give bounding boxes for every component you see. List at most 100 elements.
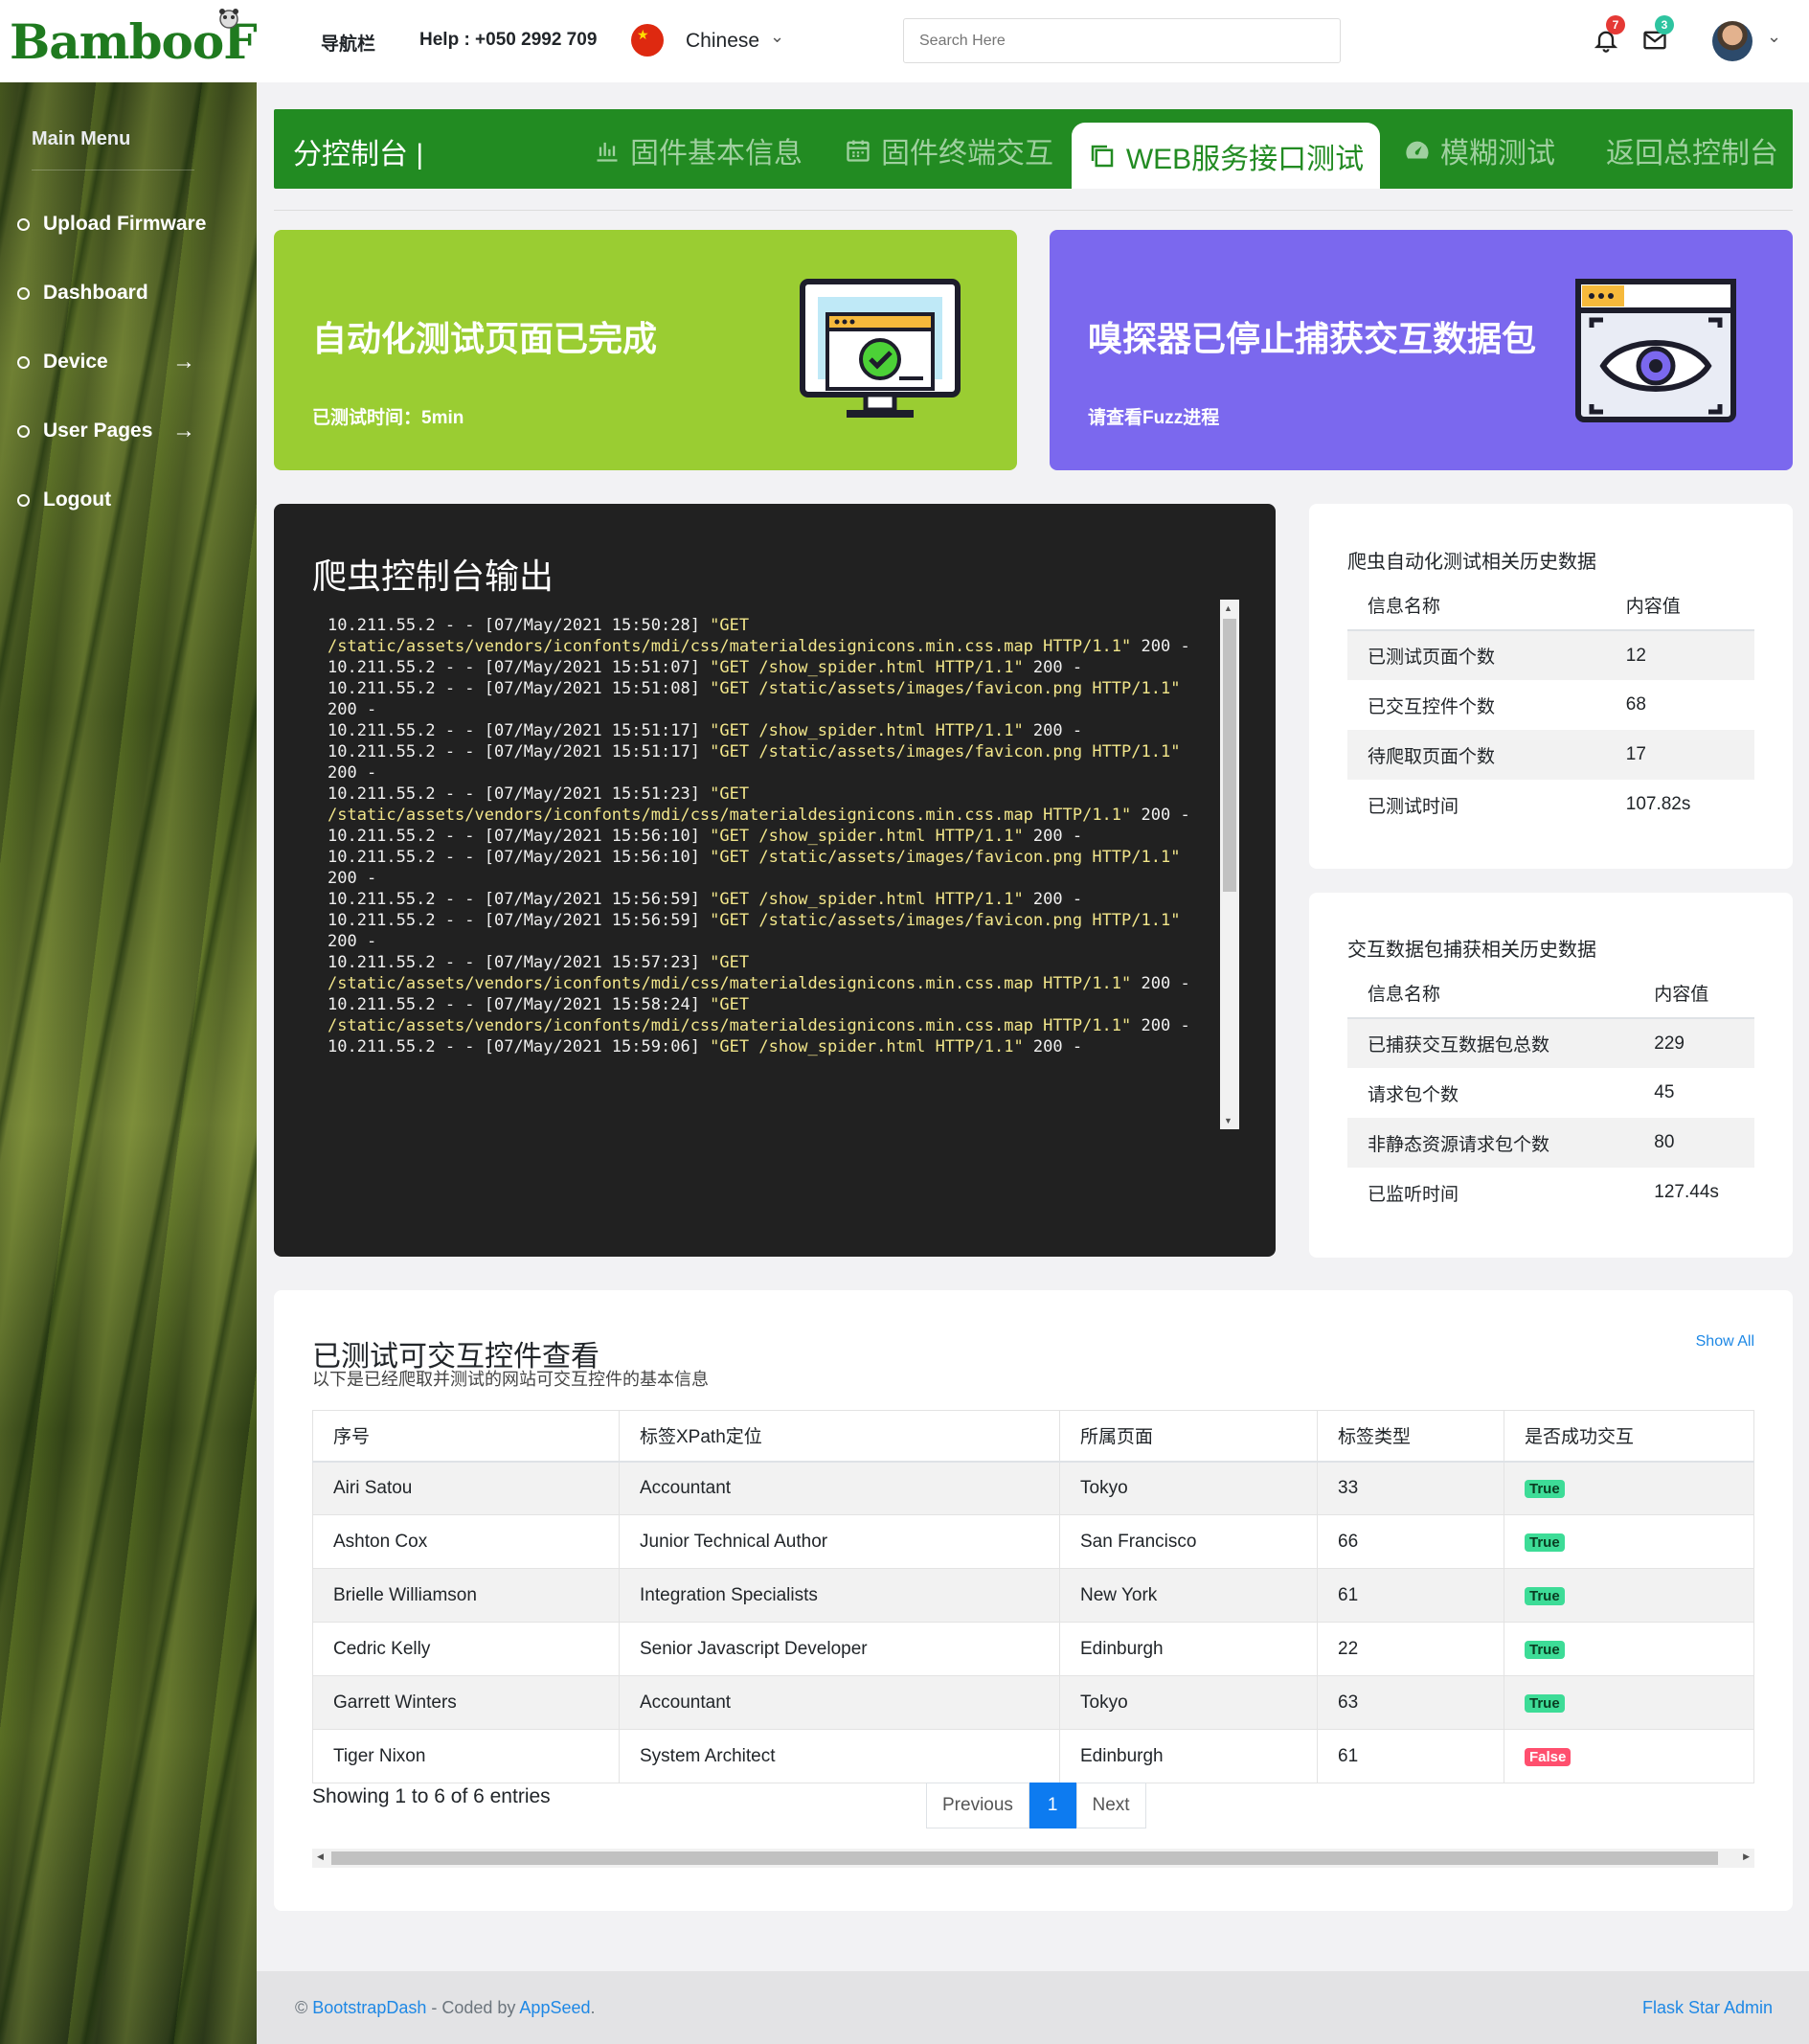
scroll-right-icon[interactable]: ▶ [1743, 1851, 1750, 1862]
status-badge: True [1525, 1640, 1565, 1659]
table-cell: Tokyo [1059, 1675, 1318, 1730]
column-header[interactable]: 所属页面 [1059, 1410, 1318, 1463]
sniffer-stopped-card: 嗅探器已停止捕获交互数据包 请查看Fuzz进程 [1050, 230, 1793, 470]
table-cell: Junior Technical Author [619, 1514, 1060, 1569]
page-1-button[interactable]: 1 [1029, 1783, 1076, 1828]
log-line: 10.211.55.2 - - [07/May/2021 15:51:08] "… [328, 679, 1190, 719]
column-header[interactable]: 标签类型 [1317, 1410, 1504, 1463]
scrollbar-thumb[interactable] [331, 1851, 1718, 1865]
bootstrapdash-link[interactable]: BootstrapDash [312, 1998, 426, 2017]
sidebar-item-dashboard[interactable]: Dashboard [17, 282, 148, 305]
pagination: Previous 1 Next [926, 1783, 1146, 1828]
tab-web-service[interactable]: WEB服务接口测试 [1072, 123, 1380, 189]
footer-credits: © BootstrapDash - Coded by AppSeed. [295, 1998, 596, 2018]
table-cell: Accountant [619, 1675, 1060, 1730]
tab-label: 固件基本信息 [630, 138, 803, 170]
stat-value: 68 [1625, 694, 1646, 715]
scroll-up-icon[interactable]: ▲ [1224, 603, 1232, 613]
log-line: 10.211.55.2 - - [07/May/2021 15:51:07] "… [328, 658, 1083, 677]
table-row[interactable]: Ashton Cox Junior Technical Author San Fra… [312, 1514, 1754, 1569]
scroll-down-icon[interactable]: ▼ [1224, 1116, 1232, 1125]
table-cell: Accountant [619, 1461, 1060, 1515]
sniffer-stats-table: 信息名称 内容值 已捕获交互数据包总数 229 请求包个数 45 非静态资源请求包个数… [1347, 968, 1754, 1217]
circle-icon [17, 355, 30, 369]
next-button[interactable]: Next [1075, 1783, 1146, 1828]
table-row[interactable]: Brielle Williamson Integration Specialist… [312, 1568, 1754, 1623]
log-line: 10.211.55.2 - - [07/May/2021 15:59:06] "… [328, 1037, 1083, 1056]
appseed-link[interactable]: AppSeed [519, 1998, 590, 2017]
log-line: 10.211.55.2 - - [07/May/2021 15:56:59] "… [328, 890, 1083, 909]
sidebar: BambooFuzz Main Menu Upload Firmware Das… [0, 0, 343, 2044]
table-cell: New York [1059, 1568, 1318, 1623]
table-row[interactable]: Airi Satou Accountant Tokyo 33 True [312, 1461, 1754, 1515]
console-log[interactable]: 10.211.55.2 - - [07/May/2021 15:50:28] "… [328, 615, 1209, 1127]
table-cell: Edinburgh [1059, 1729, 1318, 1783]
table-cell: Cedric Kelly [312, 1622, 620, 1676]
sidebar-item-user-pages[interactable]: User Pages → [17, 418, 209, 443]
scrollbar-thumb[interactable] [1223, 619, 1236, 892]
stat-name: 已测试时间 [1368, 796, 1459, 817]
table-horizontal-scrollbar[interactable]: ◀ ▶ [312, 1849, 1754, 1868]
sub-console-title[interactable]: 分控制台 | [293, 130, 423, 172]
sidebar-item-label: Dashboard [43, 282, 148, 304]
table-row[interactable]: Garrett Winters Accountant Tokyo 63 True [312, 1675, 1754, 1730]
tab-back-main-console[interactable]: 返回总控制台 [1606, 129, 1778, 171]
column-header[interactable]: 是否成功交互 [1504, 1410, 1754, 1463]
tab-firmware-info[interactable]: 固件基本信息 [594, 129, 803, 171]
table-cell: True [1504, 1622, 1754, 1676]
avatar[interactable] [1712, 21, 1752, 61]
brand-logo[interactable]: BambooFuzz [0, 0, 343, 82]
column-header: 信息名称 [1347, 580, 1606, 631]
console-scrollbar[interactable]: ▲ ▼ [1220, 600, 1239, 1129]
card-title: 自动化测试页面已完成 [312, 319, 658, 358]
chevron-down-icon[interactable]: ⌄ [1767, 27, 1781, 47]
table-cell: Ashton Cox [312, 1514, 620, 1569]
column-header[interactable]: 标签XPath定位 [619, 1410, 1060, 1463]
scroll-left-icon[interactable]: ◀ [317, 1851, 324, 1862]
flask-star-admin-link[interactable]: Flask Star Admin [1642, 1998, 1773, 2018]
table-cell: Edinburgh [1059, 1622, 1318, 1676]
table-row: 非静态资源请求包个数 80 [1347, 1118, 1754, 1168]
stat-name: 已交互控件个数 [1368, 696, 1496, 717]
stat-name: 已捕获交互数据包总数 [1347, 1018, 1635, 1068]
column-header: 内容值 [1605, 580, 1754, 631]
table-cell: Brielle Williamson [312, 1568, 620, 1623]
table-row[interactable]: Tiger Nixon System Architect Edinburgh 61 Fa… [312, 1729, 1754, 1783]
help-phone[interactable]: Help : +050 2992 709 [419, 30, 597, 51]
sidebar-item-device[interactable]: Device → [17, 349, 209, 375]
speedometer-icon [1406, 141, 1429, 159]
search-input[interactable] [903, 18, 1341, 63]
spider-stats-card: 爬虫自动化测试相关历史数据 信息名称 内容值 已测试页面个数 12 已交互控件个数 6… [1309, 504, 1793, 869]
previous-button[interactable]: Previous [926, 1783, 1029, 1828]
sidebar-item-label: Upload Firmware [43, 213, 207, 235]
language-select[interactable]: Chinese [686, 30, 759, 53]
table-row: 请求包个数 45 [1347, 1068, 1754, 1118]
table-row[interactable]: Cedric Kelly Senior Javascript Developer E… [312, 1622, 1754, 1676]
column-header[interactable]: 序号 [312, 1410, 620, 1463]
tab-terminal[interactable]: 固件终端交互 [845, 129, 1053, 171]
tab-fuzzing[interactable]: 模糊测试 [1404, 129, 1555, 171]
arrow-right-icon: → [172, 418, 195, 443]
table-cell: 22 [1317, 1622, 1504, 1676]
table-cell: Airi Satou [312, 1461, 620, 1515]
stat-name: 请求包个数 [1368, 1084, 1459, 1105]
chevron-down-icon[interactable]: ⌄ [770, 27, 784, 47]
log-line: 10.211.55.2 - - [07/May/2021 15:50:28] "… [328, 616, 1190, 656]
table-cell: Tokyo [1059, 1461, 1318, 1515]
tab-label: 返回总控制台 [1606, 138, 1778, 170]
circle-icon [17, 493, 30, 507]
sidebar-item-upload-firmware[interactable]: Upload Firmware [17, 213, 206, 236]
table-cell: False [1504, 1729, 1754, 1783]
column-header: 信息名称 [1347, 968, 1635, 1019]
nav-label[interactable]: 导航栏 [321, 30, 375, 56]
table-cell: System Architect [619, 1729, 1060, 1783]
arrow-right-icon: → [172, 349, 195, 375]
copy-icon [1091, 145, 1114, 167]
log-line: 10.211.55.2 - - [07/May/2021 15:56:59] "… [328, 911, 1190, 951]
stat-value: 17 [1605, 730, 1754, 780]
sniffer-stats-card: 交互数据包捕获相关历史数据 信息名称 内容值 已捕获交互数据包总数 229 请求包个… [1309, 893, 1793, 1258]
sidebar-item-logout[interactable]: Logout [17, 488, 111, 511]
spider-stats-table: 信息名称 内容值 已测试页面个数 12 已交互控件个数 68 待爬取页面个数 17 已测… [1347, 580, 1754, 829]
show-all-link[interactable]: Show All [1696, 1333, 1754, 1351]
card-subtitle: 请查看Fuzz进程 [1088, 408, 1220, 428]
